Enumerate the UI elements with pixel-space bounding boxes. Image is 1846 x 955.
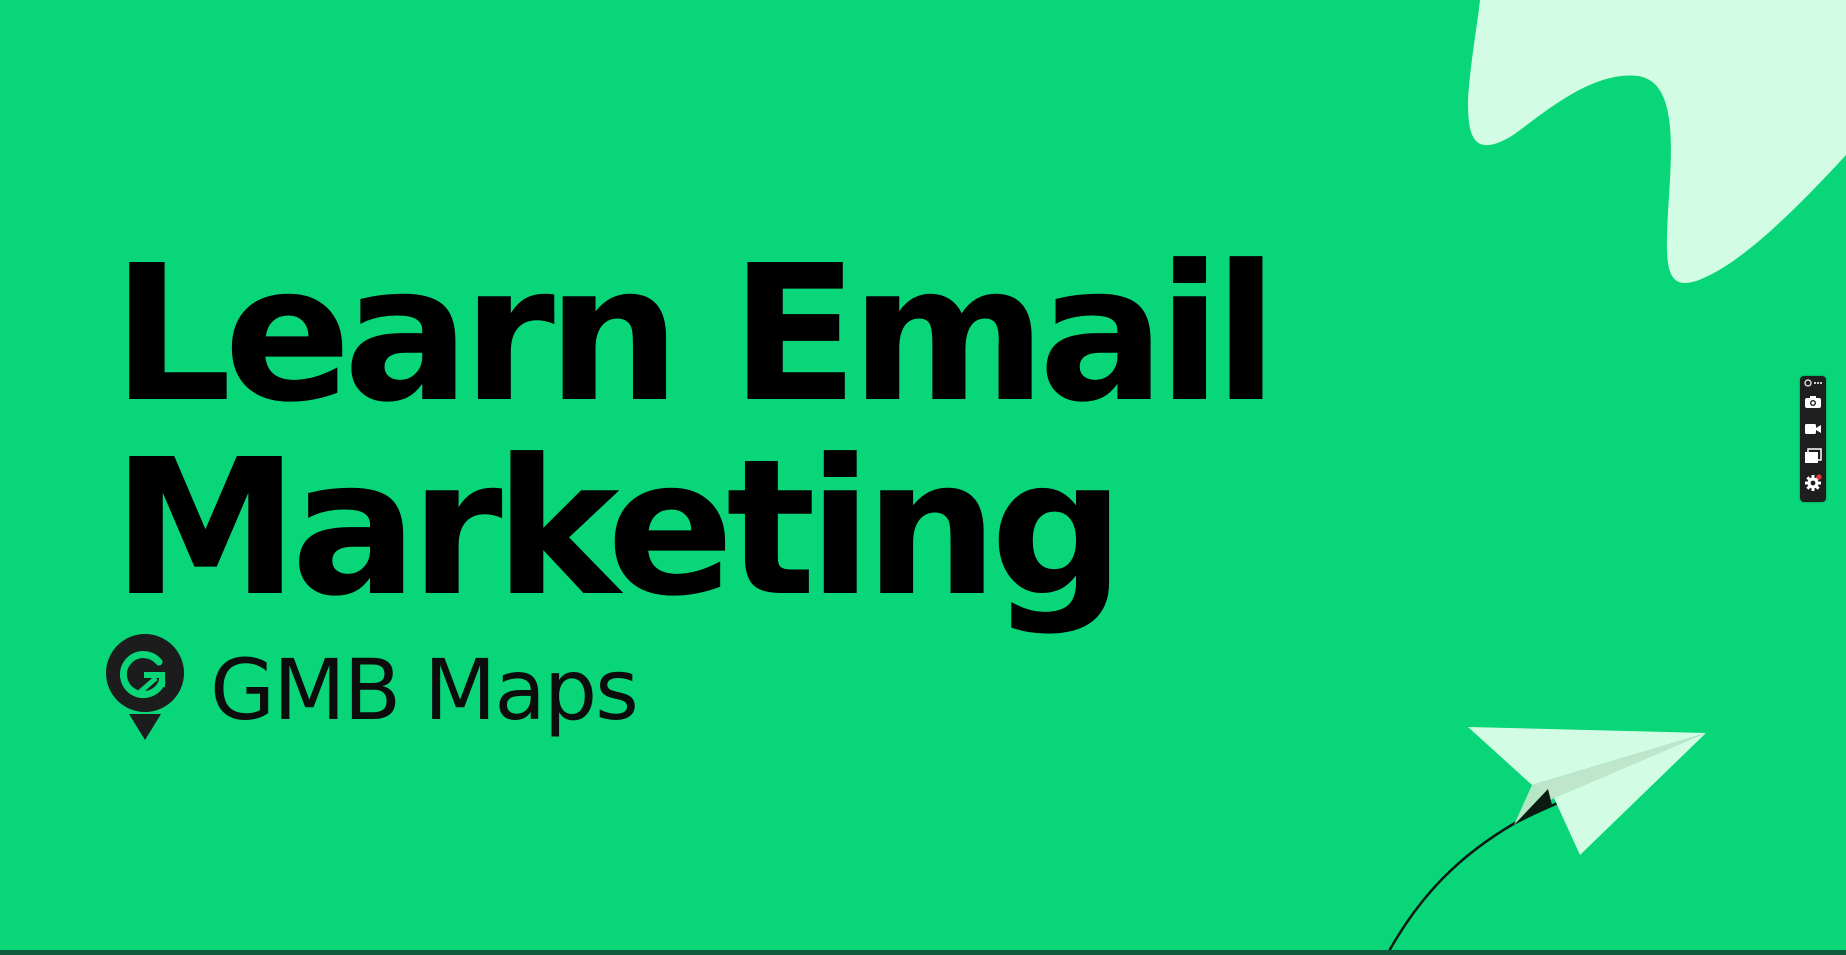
bottom-edge-bar	[0, 950, 1846, 955]
slide-headline: Learn Email Marketing	[112, 225, 1278, 638]
gear-icon	[1805, 474, 1822, 491]
gmb-maps-logo-icon	[106, 634, 184, 740]
camera-icon	[1805, 396, 1821, 408]
paper-plane-illustration	[1386, 727, 1706, 954]
brand-name: GMB Maps	[210, 641, 639, 739]
window-icon	[1805, 448, 1822, 463]
toolbar-header-icons	[1804, 379, 1822, 387]
capture-toolbar	[1800, 376, 1826, 502]
screenshot-button[interactable]	[1802, 391, 1824, 413]
record-video-button[interactable]	[1802, 418, 1824, 440]
headline-line-1: Learn Email	[112, 225, 1278, 444]
notification-dot	[1816, 474, 1822, 480]
settings-button[interactable]	[1802, 472, 1824, 494]
capture-window-button[interactable]	[1802, 445, 1824, 467]
slide-canvas: Learn Email Marketing GMB Maps	[0, 0, 1846, 955]
mint-blob-shape	[1468, 0, 1846, 284]
video-camera-icon	[1805, 424, 1821, 434]
headline-line-2: Marketing	[112, 419, 1125, 638]
